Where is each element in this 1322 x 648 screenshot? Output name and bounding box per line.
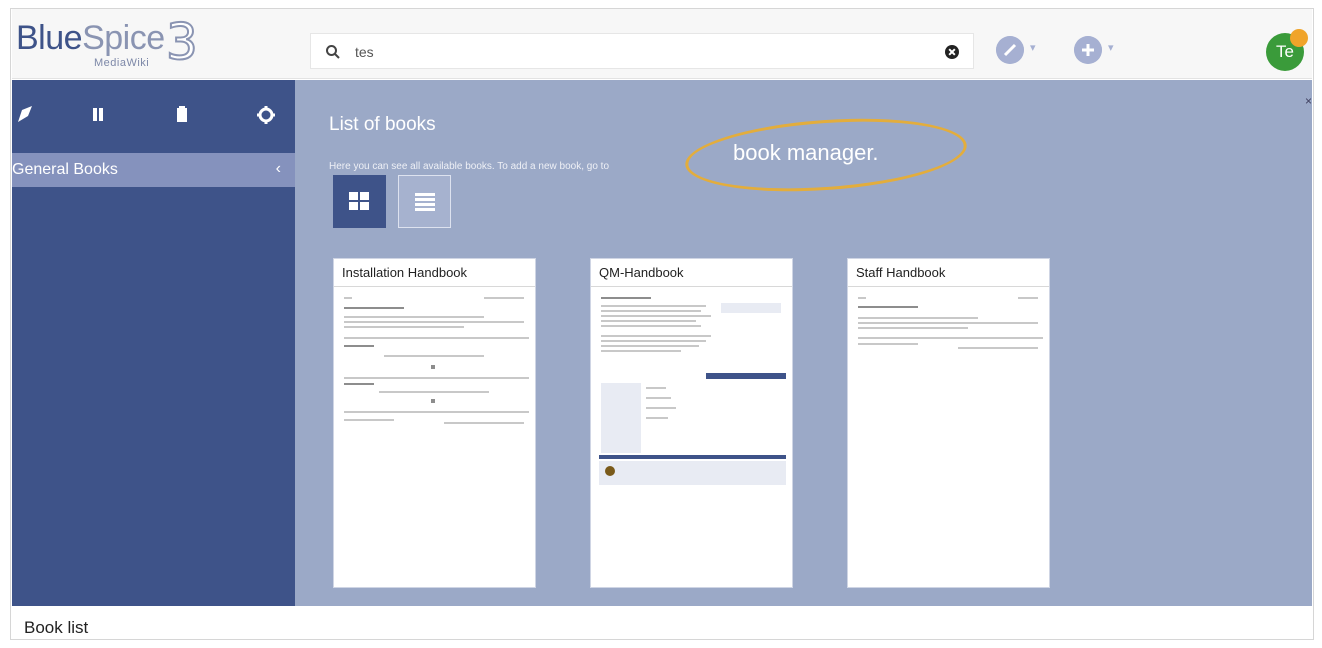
grid-view-button[interactable] xyxy=(333,175,386,228)
sidebar: General Books ‹ xyxy=(12,80,295,606)
sidebar-section-header[interactable]: General Books ‹ xyxy=(12,153,295,187)
page-title: List of books xyxy=(329,114,436,135)
edit-menu-button[interactable]: ▾ xyxy=(996,33,1042,69)
clipboard-icon[interactable] xyxy=(162,100,202,130)
bluespice-logo[interactable]: BlueSpice MediaWiki 3 xyxy=(16,13,216,75)
highlight-annotation xyxy=(682,110,970,200)
header-bar: BlueSpice MediaWiki 3 ▾ ▾ Te xyxy=(12,9,1312,79)
grid-icon xyxy=(349,192,369,210)
book-card[interactable]: Staff Handbook xyxy=(847,258,1050,588)
divider xyxy=(848,286,1049,287)
close-icon[interactable]: × xyxy=(1305,94,1312,108)
main-content: × List of books Here you can see all ava… xyxy=(295,80,1312,606)
logo-text: BlueSpice xyxy=(16,19,165,57)
book-card[interactable]: QM-Handbook xyxy=(590,258,793,588)
book-title: QM-Handbook xyxy=(599,265,684,280)
chevron-down-icon: ▾ xyxy=(1108,42,1114,54)
create-menu-button[interactable]: ▾ xyxy=(1074,33,1120,69)
search-icon xyxy=(326,45,340,59)
logo-subtitle: MediaWiki xyxy=(94,57,150,69)
sidebar-section-title: General Books xyxy=(12,161,118,178)
clear-search-icon[interactable] xyxy=(945,45,959,59)
list-icon xyxy=(415,193,435,211)
pencil-icon xyxy=(996,36,1024,64)
divider xyxy=(334,286,535,287)
divider xyxy=(591,286,792,287)
chevron-down-icon: ▾ xyxy=(1030,42,1036,54)
figure-caption: Book list xyxy=(24,618,89,637)
notification-badge[interactable] xyxy=(1290,29,1308,47)
book-card[interactable]: Installation Handbook xyxy=(333,258,536,588)
plus-icon xyxy=(1074,36,1102,64)
book-title: Staff Handbook xyxy=(856,265,946,280)
book-title: Installation Handbook xyxy=(342,265,468,280)
chevron-left-icon[interactable]: ‹ xyxy=(276,160,281,178)
navigation-arrow-icon[interactable] xyxy=(4,100,44,130)
search-box[interactable] xyxy=(310,33,974,69)
search-input[interactable] xyxy=(355,41,915,63)
logo-number: 3 xyxy=(165,13,199,71)
gear-icon[interactable] xyxy=(246,100,286,130)
book-icon[interactable] xyxy=(78,100,118,130)
list-view-button[interactable] xyxy=(398,175,451,228)
sidebar-tabs xyxy=(12,80,295,152)
user-menu-button[interactable]: Te xyxy=(1266,29,1308,71)
page-description: Here you can see all available books. To… xyxy=(329,161,609,172)
